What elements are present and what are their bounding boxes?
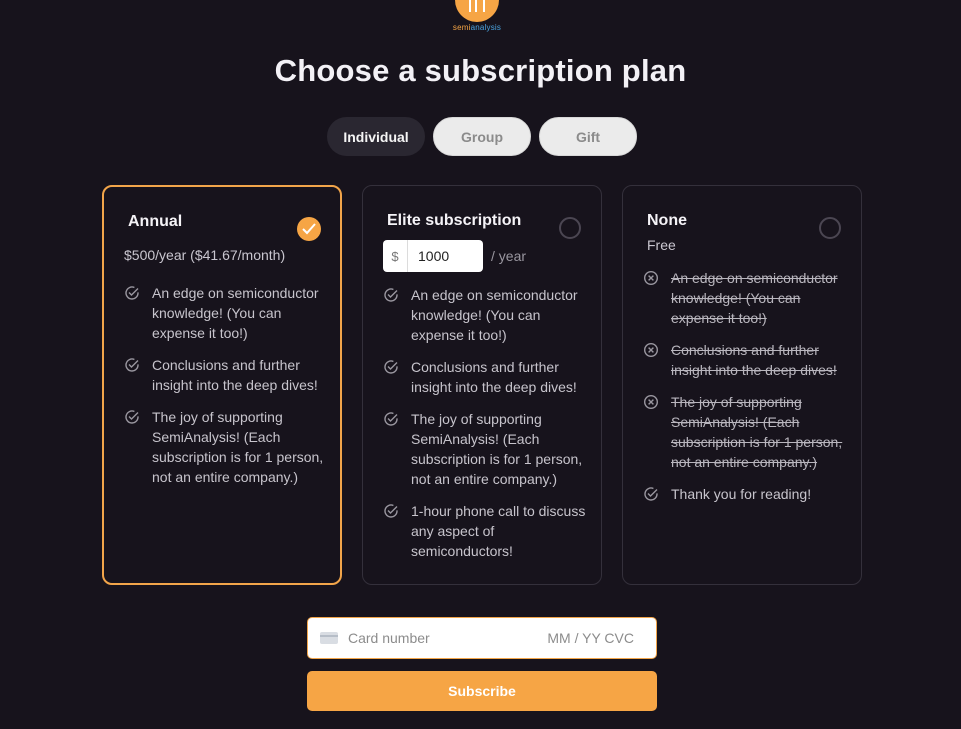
check-circle-icon	[384, 412, 398, 426]
feature-list: An edge on semiconductor knowledge! (You…	[643, 268, 847, 516]
check-circle-icon	[644, 487, 658, 501]
plan-title: Annual	[128, 213, 183, 230]
x-circle-icon	[643, 342, 659, 358]
amount-period: / year	[491, 248, 527, 264]
check-circle-icon	[125, 410, 139, 424]
plan-card-none[interactable]: None Free An edge on semiconductor knowl…	[622, 185, 862, 585]
plan-price: Free	[647, 237, 676, 253]
semianalysis-logo: semianalysis	[452, 0, 502, 38]
card-number-field[interactable]: Card number MM / YY CVC	[307, 617, 657, 659]
x-circle-icon	[643, 270, 659, 286]
page-title: Choose a subscription plan	[274, 53, 687, 88]
radio-button[interactable]	[819, 217, 841, 239]
plan-card-annual[interactable]: Annual $500/year ($41.67/month) An edge …	[102, 185, 342, 585]
list-item: The joy of supporting SemiAnalysis! (Eac…	[383, 409, 587, 489]
feature-list: An edge on semiconductor knowledge! (You…	[124, 283, 326, 499]
list-item: The joy of supporting SemiAnalysis! (Eac…	[643, 392, 847, 472]
list-item: Conclusions and further insight into the…	[124, 355, 326, 395]
x-circle-icon	[643, 394, 659, 410]
check-circle-icon	[125, 286, 139, 300]
expiry-cvc-placeholder: MM / YY CVC	[547, 630, 634, 646]
logo-badge-icon	[455, 0, 499, 22]
list-item: An edge on semiconductor knowledge! (You…	[124, 283, 326, 343]
amount-input[interactable]: $ 1000	[383, 240, 483, 272]
check-circle-icon	[384, 504, 398, 518]
plan-price: $500/year ($41.67/month)	[124, 247, 286, 263]
tab-individual[interactable]: Individual	[327, 117, 425, 156]
list-item: The joy of supporting SemiAnalysis! (Eac…	[124, 407, 326, 487]
selected-check-icon[interactable]	[297, 217, 321, 241]
list-item: 1-hour phone call to discuss any aspect …	[383, 501, 587, 561]
plan-title: None	[647, 212, 687, 229]
list-item: Conclusions and further insight into the…	[643, 340, 847, 380]
amount-field: $ 1000 / year	[383, 240, 526, 272]
list-item: Conclusions and further insight into the…	[383, 357, 587, 397]
currency-symbol: $	[383, 240, 408, 272]
feature-list: An edge on semiconductor knowledge! (You…	[383, 285, 587, 573]
check-circle-icon	[384, 360, 398, 374]
card-number-placeholder: Card number	[348, 630, 430, 646]
list-item: An edge on semiconductor knowledge! (You…	[643, 268, 847, 328]
check-circle-icon	[384, 288, 398, 302]
tab-gift[interactable]: Gift	[539, 117, 637, 156]
check-circle-icon	[125, 358, 139, 372]
plan-type-tabs: Individual Group Gift	[327, 117, 637, 156]
tab-group[interactable]: Group	[433, 117, 531, 156]
credit-card-icon	[320, 632, 338, 644]
amount-value: 1000	[418, 248, 450, 264]
plan-card-elite[interactable]: Elite subscription $ 1000 / year An edge…	[362, 185, 602, 585]
plan-title: Elite subscription	[387, 212, 522, 229]
list-item: An edge on semiconductor knowledge! (You…	[383, 285, 587, 345]
radio-button[interactable]	[559, 217, 581, 239]
subscribe-button[interactable]: Subscribe	[307, 671, 657, 711]
logo-text: semianalysis	[452, 23, 502, 32]
list-item: Thank you for reading!	[643, 484, 847, 504]
